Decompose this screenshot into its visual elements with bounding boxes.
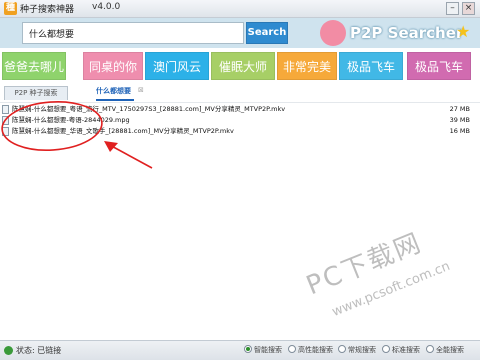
tab-bar: P2P 种子搜索 什么都想要 ⊠ (0, 84, 480, 102)
category-strip: 爸爸去哪儿 同桌的你 澳门风云 催眠大师 非常完美 极品飞车 极品飞车 (0, 48, 480, 84)
status-bar: 状态: 已链接 智能搜索 高性能搜索 常规搜索 标准搜索 全能搜索 (0, 340, 480, 360)
radio-selected-icon (244, 345, 252, 353)
tab-p2p-search[interactable]: P2P 种子搜索 (4, 86, 68, 100)
radio-icon (338, 345, 346, 353)
brand-label: P2P Searcher (350, 24, 464, 42)
result-file-name: 陈慧娴-什么都想要_华语_文歌手_[28881.com]_MV分享精灵_MTVP… (12, 127, 234, 135)
search-mode-normal[interactable]: 常规搜索 (338, 345, 376, 355)
tab-close-icon[interactable]: ⊠ (138, 86, 144, 94)
result-row[interactable]: 陈慧娴-什么都想要_粤语_流行_MTV_1750297S3_[28881.com… (0, 104, 480, 115)
search-mode-standard[interactable]: 标准搜索 (382, 345, 420, 355)
search-input[interactable] (22, 22, 244, 44)
active-tab-indicator (96, 99, 134, 101)
app-window: 種 种子搜索神器 v4.0.0 – × Search P2P Searcher … (0, 0, 480, 360)
result-file-name: 陈慧娴-什么都想要-粤语-2844029.mpg (12, 116, 130, 124)
title-bar: 種 种子搜索神器 v4.0.0 – × (0, 0, 480, 18)
tab-current-search[interactable]: 什么都想要 (96, 86, 131, 96)
radio-icon (382, 345, 390, 353)
file-icon (2, 127, 9, 136)
radio-icon (426, 345, 434, 353)
search-mode-smart[interactable]: 智能搜索 (244, 345, 282, 355)
result-row[interactable]: 陈慧娴-什么都想要-粤语-2844029.mpg 39 MB (0, 115, 480, 126)
file-icon (2, 105, 9, 114)
star-icon: ★ (456, 22, 471, 41)
search-mode-all[interactable]: 全能搜索 (426, 345, 464, 355)
category-button[interactable]: 极品飞车 (407, 52, 471, 80)
file-icon (2, 116, 9, 125)
radio-icon (288, 345, 296, 353)
search-header: Search P2P Searcher ★ (0, 18, 480, 48)
brand-logo-icon (320, 20, 346, 46)
category-button[interactable]: 极品飞车 (339, 52, 403, 80)
result-file-size: 16 MB (449, 127, 470, 135)
category-button[interactable]: 爸爸去哪儿 (2, 52, 66, 80)
search-mode-label: 全能搜索 (436, 346, 464, 354)
category-button[interactable]: 同桌的你 (83, 52, 143, 80)
search-mode-label: 高性能搜索 (298, 346, 333, 354)
close-button[interactable]: × (462, 2, 475, 15)
category-button[interactable]: 澳门风云 (145, 52, 209, 80)
connection-status-icon (4, 346, 13, 355)
search-button[interactable]: Search (246, 22, 288, 44)
result-row[interactable]: 陈慧娴-什么都想要_华语_文歌手_[28881.com]_MV分享精灵_MTVP… (0, 126, 480, 137)
window-version: v4.0.0 (92, 2, 121, 12)
result-file-name: 陈慧娴-什么都想要_粤语_流行_MTV_1750297S3_[28881.com… (12, 105, 286, 113)
minimize-button[interactable]: – (446, 2, 459, 15)
search-mode-label: 标准搜索 (392, 346, 420, 354)
results-list: 陈慧娴-什么都想要_粤语_流行_MTV_1750297S3_[28881.com… (0, 102, 480, 340)
category-button[interactable]: 催眠大师 (211, 52, 275, 80)
search-mode-high[interactable]: 高性能搜索 (288, 345, 333, 355)
category-button[interactable]: 非常完美 (277, 52, 337, 80)
window-title: 种子搜索神器 (20, 5, 75, 15)
result-file-size: 27 MB (449, 105, 470, 113)
app-logo-icon: 種 (4, 2, 17, 15)
search-mode-label: 常规搜索 (348, 346, 376, 354)
result-file-size: 39 MB (449, 116, 470, 124)
search-mode-label: 智能搜索 (254, 346, 282, 354)
status-text: 状态: 已链接 (16, 346, 62, 355)
